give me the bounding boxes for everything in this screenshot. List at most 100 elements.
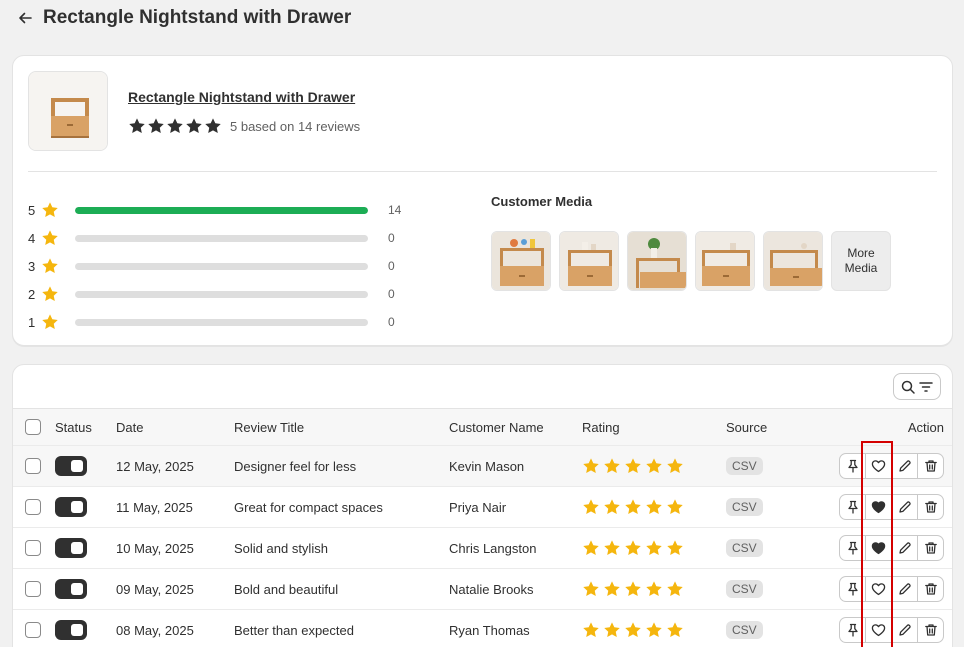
column-header-review-title[interactable]: Review Title: [234, 409, 304, 445]
source-badge: CSV: [726, 580, 763, 598]
rating-stars: [582, 498, 684, 516]
review-date: 10 May, 2025: [116, 540, 194, 556]
media-thumbnail[interactable]: [695, 231, 755, 291]
review-date: 09 May, 2025: [116, 581, 194, 597]
star-icon: [41, 229, 59, 247]
delete-button[interactable]: [917, 453, 944, 479]
rating-summary-text: 5 based on 14 reviews: [230, 118, 361, 134]
star-icon: [646, 458, 662, 474]
delete-button[interactable]: [917, 576, 944, 602]
search-filter-button[interactable]: [893, 373, 941, 400]
reviews-table: Status Date Review Title Customer Name R…: [13, 408, 952, 647]
table-row[interactable]: 12 May, 2025 Designer feel for less Kevi…: [13, 445, 952, 486]
column-header-date[interactable]: Date: [116, 409, 143, 445]
rating-summary: 5 based on 14 reviews: [128, 117, 360, 135]
status-toggle[interactable]: [55, 579, 87, 599]
pin-button[interactable]: [839, 617, 866, 643]
pin-button[interactable]: [839, 453, 866, 479]
delete-button[interactable]: [917, 494, 944, 520]
star-icon: [148, 118, 164, 134]
star-icon: [646, 581, 662, 597]
column-header-source[interactable]: Source: [726, 409, 767, 445]
column-header-rating[interactable]: Rating: [582, 409, 620, 445]
edit-button[interactable]: [891, 535, 918, 561]
table-row[interactable]: 09 May, 2025 Bold and beautiful Natalie …: [13, 568, 952, 609]
pin-button[interactable]: [839, 576, 866, 602]
table-row[interactable]: 08 May, 2025 Better than expected Ryan T…: [13, 609, 952, 647]
more-media-label: Media: [844, 261, 878, 275]
row-checkbox[interactable]: [25, 540, 41, 556]
delete-button[interactable]: [917, 617, 944, 643]
star-icon: [625, 499, 641, 515]
edit-button[interactable]: [891, 494, 918, 520]
star-icon: [41, 313, 59, 331]
product-summary-card: Rectangle Nightstand with Drawer 5 based…: [12, 55, 953, 346]
search-icon: [901, 380, 915, 394]
media-thumbnail[interactable]: [491, 231, 551, 291]
delete-button[interactable]: [917, 535, 944, 561]
distribution-bar: [75, 206, 368, 214]
star-icon: [646, 540, 662, 556]
star-icon: [205, 118, 221, 134]
status-toggle[interactable]: [55, 538, 87, 558]
customer-name: Priya Nair: [449, 499, 507, 515]
pencil-icon: [898, 542, 911, 554]
review-title: Bold and beautiful: [234, 581, 339, 597]
edit-button[interactable]: [891, 576, 918, 602]
table-row[interactable]: 11 May, 2025 Great for compact spaces Pr…: [13, 486, 952, 527]
star-icon: [604, 540, 620, 556]
heart-icon: [871, 583, 886, 596]
media-thumbnail[interactable]: [763, 231, 823, 291]
star-icon: [583, 499, 599, 515]
distribution-row-3: 3 0: [28, 252, 428, 280]
pin-icon: [847, 623, 858, 637]
distribution-bar: [75, 318, 368, 326]
pin-icon: [847, 582, 858, 596]
rating-stars: [582, 580, 684, 598]
pin-button[interactable]: [839, 535, 866, 561]
favorite-button[interactable]: [865, 617, 892, 643]
status-toggle[interactable]: [55, 620, 87, 640]
column-header-status[interactable]: Status: [55, 409, 92, 445]
column-header-customer-name[interactable]: Customer Name: [449, 409, 544, 445]
review-date: 11 May, 2025: [116, 499, 193, 515]
status-toggle[interactable]: [55, 497, 87, 517]
favorite-button[interactable]: [865, 453, 892, 479]
distribution-row-4: 4 0: [28, 224, 428, 252]
table-row[interactable]: 10 May, 2025 Solid and stylish Chris Lan…: [13, 527, 952, 568]
product-name-link[interactable]: Rectangle Nightstand with Drawer: [128, 89, 355, 105]
trash-icon: [924, 583, 937, 595]
trash-icon: [924, 624, 937, 636]
distribution-stars: 2: [28, 286, 36, 302]
source-badge: CSV: [726, 539, 763, 557]
distribution-stars: 4: [28, 230, 36, 246]
review-date: 08 May, 2025: [116, 622, 194, 638]
rating-stars: [582, 621, 684, 639]
more-media-button[interactable]: More Media: [831, 231, 891, 291]
media-thumbnail[interactable]: [559, 231, 619, 291]
row-checkbox[interactable]: [25, 622, 41, 638]
row-actions: [839, 535, 944, 561]
select-all-checkbox[interactable]: [25, 419, 41, 435]
star-icon: [604, 458, 620, 474]
row-checkbox[interactable]: [25, 581, 41, 597]
pencil-icon: [898, 583, 911, 595]
star-icon: [667, 458, 683, 474]
star-icon: [604, 622, 620, 638]
pin-button[interactable]: [839, 494, 866, 520]
distribution-bar-fill: [75, 206, 368, 214]
favorite-button[interactable]: [865, 576, 892, 602]
star-icon: [42, 286, 58, 302]
media-thumbnail[interactable]: [627, 231, 687, 291]
status-toggle[interactable]: [55, 456, 87, 476]
star-icon: [42, 258, 58, 274]
favorite-button[interactable]: [865, 494, 892, 520]
product-thumbnail[interactable]: [28, 71, 108, 151]
favorite-button[interactable]: [865, 535, 892, 561]
row-checkbox[interactable]: [25, 499, 41, 515]
star-icon: [42, 314, 58, 330]
edit-button[interactable]: [891, 617, 918, 643]
back-button[interactable]: [14, 7, 36, 29]
edit-button[interactable]: [891, 453, 918, 479]
row-checkbox[interactable]: [25, 458, 41, 474]
